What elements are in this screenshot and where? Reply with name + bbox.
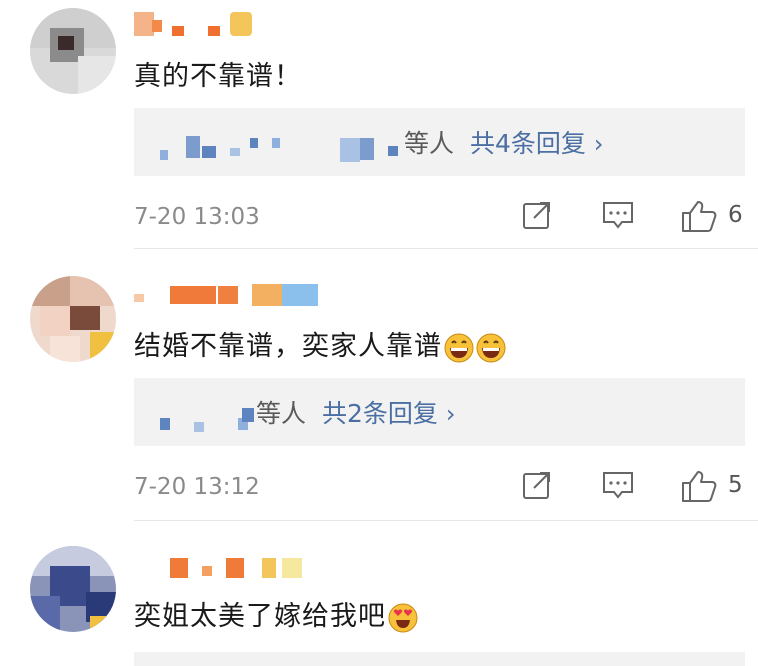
comment-icon[interactable]	[600, 468, 636, 502]
grinning-emoji-icon	[444, 333, 474, 362]
chevron-right-icon: ›	[445, 400, 456, 428]
avatar[interactable]	[30, 8, 116, 94]
reply-preview[interactable]	[134, 652, 745, 666]
grinning-emoji-icon	[476, 333, 506, 362]
reply-suffix: 等人	[404, 129, 455, 158]
reply-count-link[interactable]: 共2条回复	[322, 399, 438, 428]
timestamp: 7-20 13:12	[134, 474, 260, 500]
comment-text-content: 奕姐太美了嫁给我吧	[134, 601, 386, 632]
comment-text: 结婚不靠谱，奕家人靠谱	[134, 324, 506, 363]
chevron-right-icon: ›	[593, 130, 604, 158]
thumbs-up-icon[interactable]	[680, 198, 718, 234]
avatar[interactable]	[30, 276, 116, 362]
reply-suffix: 等人	[256, 399, 307, 428]
heart-eyes-emoji-icon	[388, 603, 418, 632]
share-icon[interactable]	[520, 198, 554, 232]
comment-text-content: 结婚不靠谱，奕家人靠谱	[134, 331, 442, 362]
divider	[134, 248, 758, 249]
comment-text: 奕姐太美了嫁给我吧	[134, 594, 418, 633]
divider	[134, 520, 758, 521]
comment-icon[interactable]	[600, 198, 636, 232]
thumbs-up-icon[interactable]	[680, 468, 718, 504]
share-icon[interactable]	[520, 468, 554, 502]
reply-preview[interactable]: 等人 共2条回复 ›	[134, 378, 745, 446]
comment-text: 真的不靠谱！	[134, 61, 302, 92]
like-count: 5	[728, 472, 743, 498]
like-count: 6	[728, 202, 743, 228]
timestamp: 7-20 13:03	[134, 204, 260, 230]
avatar[interactable]	[30, 546, 116, 632]
reply-preview[interactable]: 等人 共4条回复 ›	[134, 108, 745, 176]
reply-count-link[interactable]: 共4条回复	[470, 129, 586, 158]
